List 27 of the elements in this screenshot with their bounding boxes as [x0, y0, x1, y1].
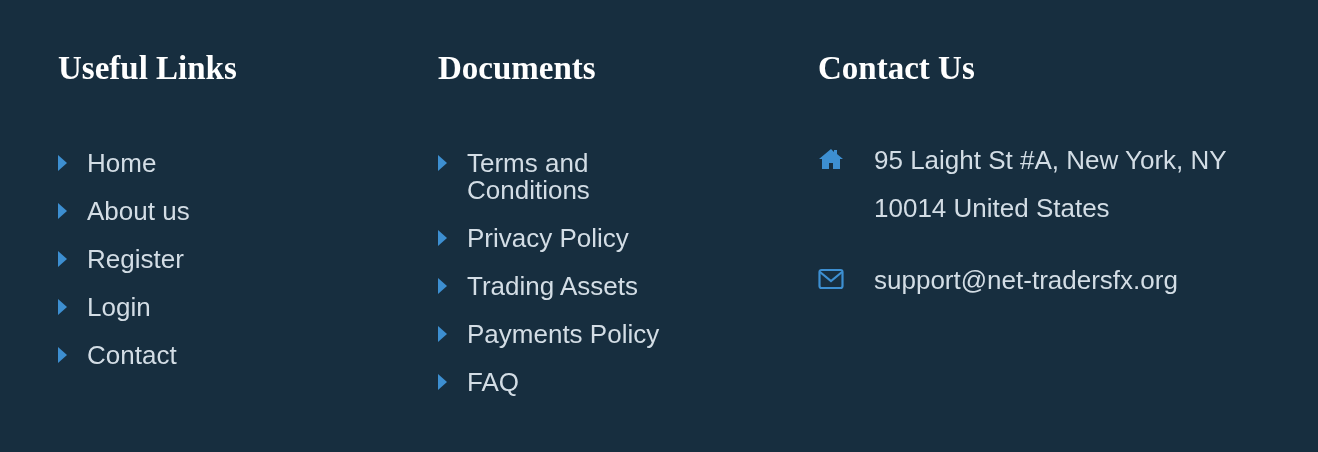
footer-link[interactable]: Payments Policy: [467, 321, 660, 348]
caret-icon: [438, 374, 447, 390]
address-text: 95 Laight St #A, New York, NY 10014 United States: [874, 144, 1228, 225]
footer-link[interactable]: FAQ: [467, 369, 519, 396]
section-heading: Contact Us: [818, 49, 976, 88]
caret-icon: [58, 251, 67, 267]
email-address: support@net-tradersfx.org: [874, 264, 1178, 297]
caret-icon: [438, 230, 447, 246]
caret-icon: [58, 155, 67, 171]
footer-link[interactable]: Terms and Conditions: [467, 150, 717, 204]
caret-icon: [438, 278, 447, 294]
envelope-icon: [818, 268, 844, 290]
caret-icon: [438, 326, 447, 342]
footer-link[interactable]: Contact: [87, 342, 177, 369]
caret-icon: [438, 155, 447, 171]
section-heading: Documents: [438, 49, 597, 88]
footer-link[interactable]: Trading Assets: [467, 273, 638, 300]
caret-icon: [58, 203, 67, 219]
footer-link[interactable]: Home: [87, 150, 157, 177]
home-icon: [818, 148, 844, 170]
caret-icon: [58, 347, 67, 363]
caret-icon: [58, 299, 67, 315]
footer-link[interactable]: Register: [87, 246, 184, 273]
footer-link[interactable]: Login: [87, 294, 151, 321]
footer-link[interactable]: About us: [87, 198, 190, 225]
section-heading: Useful Links: [58, 49, 238, 88]
footer-link[interactable]: Privacy Policy: [467, 225, 629, 252]
